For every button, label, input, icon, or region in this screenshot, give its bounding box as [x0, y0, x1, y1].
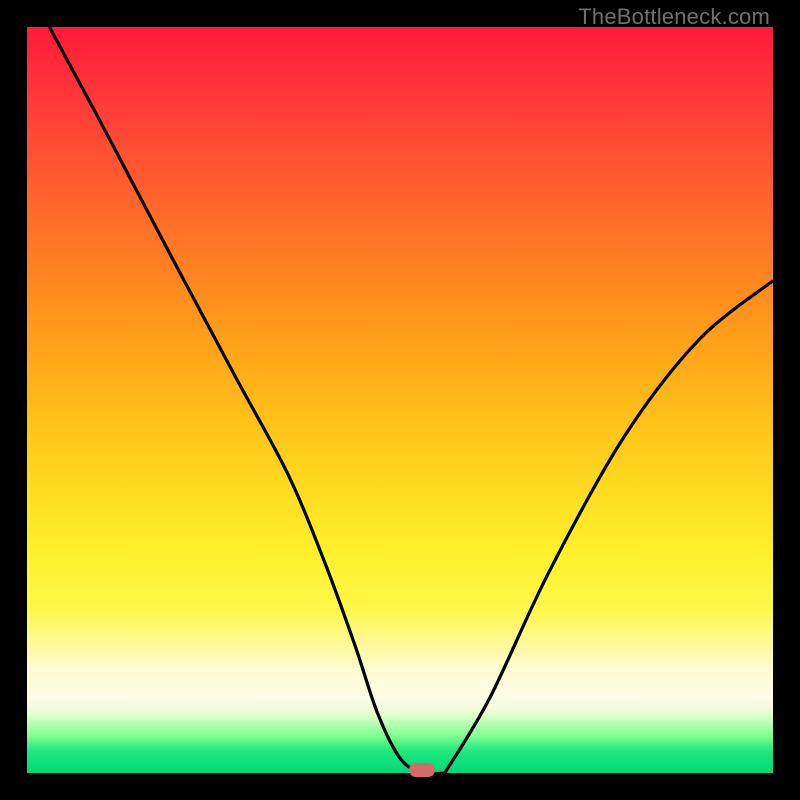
optimum-marker — [409, 763, 435, 777]
curve-right — [445, 281, 773, 773]
curve-left — [49, 27, 444, 774]
bottleneck-curve-svg — [27, 27, 773, 773]
chart-container: TheBottleneck.com — [0, 0, 800, 800]
